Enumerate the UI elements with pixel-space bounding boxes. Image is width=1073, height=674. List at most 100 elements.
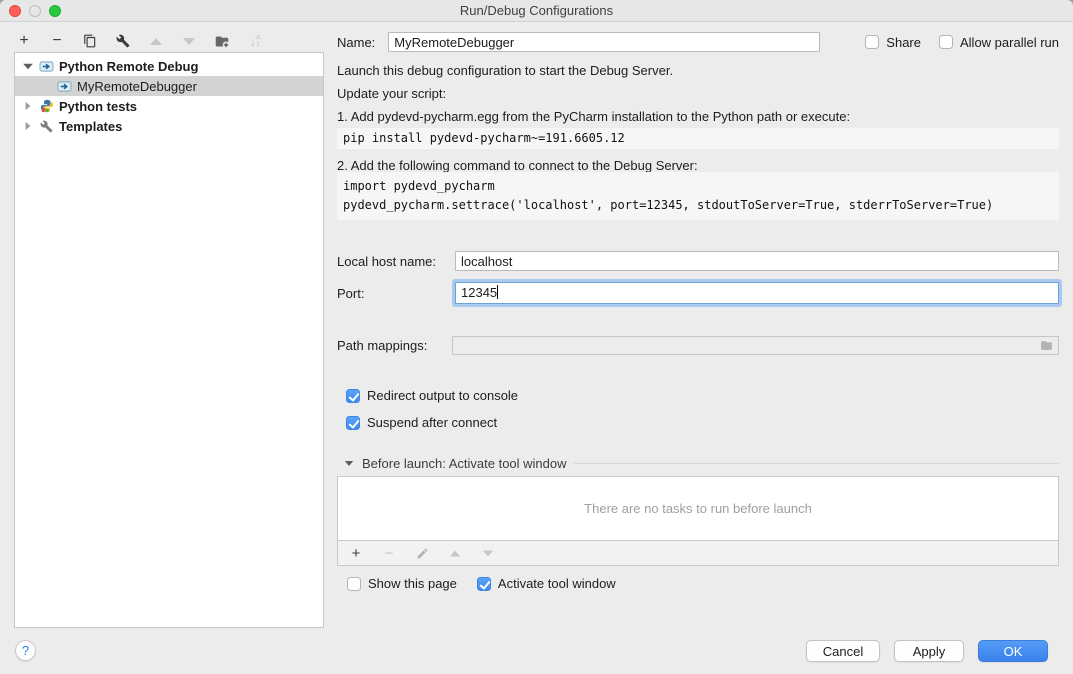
name-label: Name:	[337, 35, 375, 50]
plus-icon: +	[352, 545, 361, 562]
dialog-buttons: Cancel Apply OK	[806, 640, 1048, 662]
copy-configuration-button[interactable]	[82, 33, 98, 49]
new-folder-button[interactable]	[214, 33, 230, 49]
share-checkbox[interactable]	[865, 35, 879, 49]
port-label: Port:	[337, 286, 455, 301]
empty-task-message: There are no tasks to run before launch	[584, 501, 812, 516]
run-config-icon	[57, 79, 72, 93]
ok-button[interactable]: OK	[978, 640, 1048, 662]
share-option: Share	[865, 35, 921, 50]
help-button[interactable]: ?	[15, 640, 36, 661]
collapse-arrow-icon	[23, 63, 33, 69]
new-folder-icon	[214, 34, 230, 49]
allow-parallel-option: Allow parallel run	[939, 35, 1059, 50]
show-this-page-checkbox[interactable]	[347, 577, 361, 591]
edit-defaults-button[interactable]	[115, 33, 131, 49]
code-line-settrace: pydevd_pycharm.settrace('localhost', por…	[343, 196, 1053, 215]
allow-parallel-run-checkbox[interactable]	[939, 35, 953, 49]
page-options-row: Show this page Activate tool window	[347, 576, 1059, 591]
tree-item-python-tests[interactable]: Python tests	[15, 96, 323, 116]
expand-arrow-icon	[26, 122, 31, 130]
remove-task-button[interactable]: −	[381, 545, 397, 561]
copy-icon	[83, 34, 97, 48]
tree-item-python-remote-debug[interactable]: Python Remote Debug	[15, 56, 323, 76]
before-launch-title: Before launch: Activate tool window	[362, 456, 567, 471]
activate-tool-window-option: Activate tool window	[477, 576, 616, 591]
folder-icon	[1039, 339, 1054, 352]
arrow-up-icon	[450, 550, 460, 556]
tree-item-templates[interactable]: Templates	[15, 116, 323, 136]
local-host-input[interactable]	[455, 251, 1059, 271]
sort-alphabetically-icon: ↓ az	[250, 34, 260, 48]
path-mappings-row: Path mappings:	[337, 336, 1059, 355]
port-value: 12345	[461, 285, 497, 300]
browse-button[interactable]	[1039, 339, 1054, 355]
suspend-after-connect-label[interactable]: Suspend after connect	[367, 415, 497, 430]
port-input[interactable]: 12345	[455, 282, 1059, 304]
redirect-output-label[interactable]: Redirect output to console	[367, 388, 518, 403]
tree-item-label: MyRemoteDebugger	[77, 79, 197, 94]
help-icon: ?	[22, 643, 29, 658]
task-list-toolbar: + −	[337, 541, 1059, 566]
tree-item-label: Templates	[59, 119, 122, 134]
add-configuration-button[interactable]: +	[16, 33, 32, 49]
cancel-button[interactable]: Cancel	[806, 640, 880, 662]
show-this-page-option: Show this page	[347, 576, 457, 591]
edit-task-button[interactable]	[414, 545, 430, 561]
add-task-button[interactable]: +	[348, 545, 364, 561]
share-label[interactable]: Share	[886, 35, 921, 50]
settrace-code-block: import pydevd_pycharm pydevd_pycharm.set…	[337, 172, 1059, 220]
collapse-arrow-icon	[345, 461, 353, 466]
port-row: Port: 12345	[337, 282, 1059, 304]
move-down-button[interactable]	[181, 33, 197, 49]
run-debug-configurations-dialog: Run/Debug Configurations + − ↓ az	[0, 0, 1073, 674]
suspend-after-connect-option: Suspend after connect	[346, 415, 1059, 430]
instruction-step1: 1. Add pydevd-pycharm.egg from the PyCha…	[337, 109, 1059, 125]
instruction-launch: Launch this debug configuration to start…	[337, 63, 1059, 79]
tree-item-label: Python Remote Debug	[59, 59, 198, 74]
window-title: Run/Debug Configurations	[0, 0, 1073, 22]
pip-install-command: pip install pydevd-pycharm~=191.6605.12	[337, 128, 1059, 149]
activate-tool-window-checkbox[interactable]	[477, 577, 491, 591]
move-task-down-button[interactable]	[480, 545, 496, 561]
text-caret	[497, 285, 498, 299]
tree-item-label: Python tests	[59, 99, 137, 114]
sort-configurations-button[interactable]: ↓ az	[247, 33, 263, 49]
local-host-label: Local host name:	[337, 254, 455, 269]
pencil-icon	[416, 547, 429, 560]
move-task-up-button[interactable]	[447, 545, 463, 561]
path-mappings-input[interactable]	[452, 336, 1059, 355]
name-input[interactable]	[388, 32, 820, 52]
configurations-tree: Python Remote Debug MyRemoteDebugger Pyt…	[14, 52, 324, 628]
allow-parallel-run-label[interactable]: Allow parallel run	[960, 35, 1059, 50]
code-line-import: import pydevd_pycharm	[343, 177, 1053, 196]
minus-icon: −	[52, 32, 61, 50]
plus-icon: +	[19, 32, 28, 50]
configuration-editor: Name: Share Allow parallel run Launch th…	[337, 22, 1059, 622]
move-up-button[interactable]	[148, 33, 164, 49]
configurations-toolbar: + − ↓ az	[16, 30, 263, 52]
run-config-icon	[39, 59, 54, 73]
before-launch-header[interactable]: Before launch: Activate tool window	[343, 456, 1059, 471]
minus-icon: −	[385, 545, 394, 562]
arrow-down-icon	[183, 38, 195, 45]
wrench-icon	[116, 34, 130, 48]
redirect-output-checkbox[interactable]	[346, 389, 360, 403]
apply-button[interactable]: Apply	[894, 640, 964, 662]
titlebar: Run/Debug Configurations	[0, 0, 1073, 22]
suspend-after-connect-checkbox[interactable]	[346, 416, 360, 430]
before-launch-task-list[interactable]: There are no tasks to run before launch	[337, 476, 1059, 541]
arrow-down-icon	[483, 550, 493, 556]
activate-tool-window-label[interactable]: Activate tool window	[498, 576, 616, 591]
tree-item-myremotedebugger[interactable]: MyRemoteDebugger	[15, 76, 323, 96]
local-host-row: Local host name:	[337, 251, 1059, 271]
name-row: Name: Share Allow parallel run	[337, 32, 1059, 52]
show-this-page-label[interactable]: Show this page	[368, 576, 457, 591]
section-divider	[574, 463, 1059, 464]
redirect-output-option: Redirect output to console	[346, 388, 1059, 403]
instruction-update: Update your script:	[337, 86, 1059, 102]
expand-arrow-icon	[26, 102, 31, 110]
python-tests-icon	[39, 99, 54, 113]
path-mappings-label: Path mappings:	[337, 338, 452, 353]
remove-configuration-button[interactable]: −	[49, 33, 65, 49]
